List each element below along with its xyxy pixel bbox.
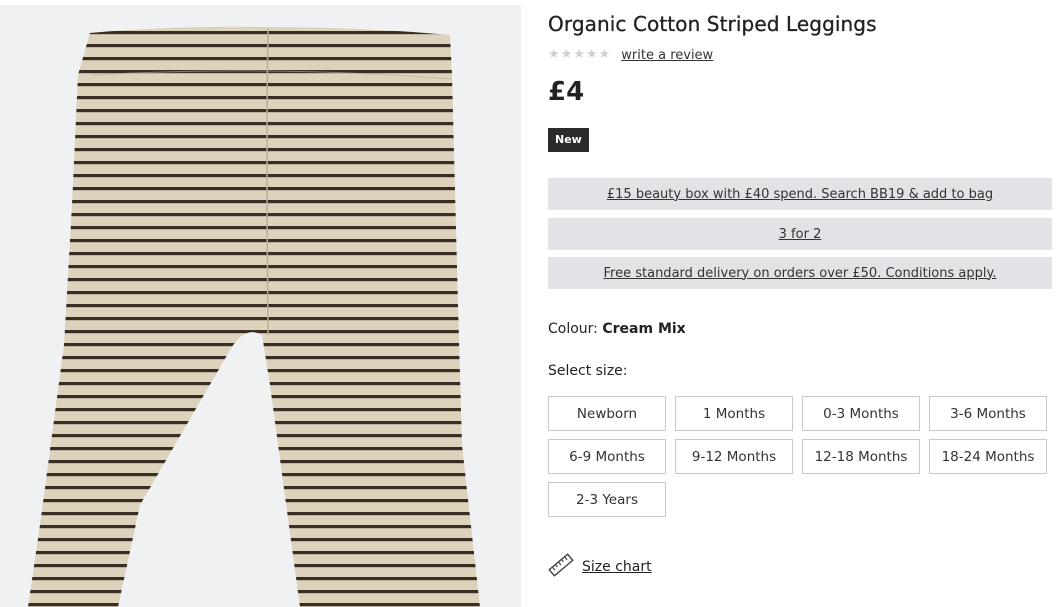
star-icon: ★ <box>585 47 598 62</box>
promo-beauty-box[interactable]: £15 beauty box with £40 spend. Search BB… <box>548 178 1052 210</box>
promo-3-for-2[interactable]: 3 for 2 <box>548 218 1052 250</box>
product-title: Organic Cotton Striped Leggings <box>548 12 877 36</box>
size-option-1-months[interactable]: 1 Months <box>675 396 793 431</box>
new-badge: New <box>548 128 589 152</box>
colour-info: Colour: Cream Mix <box>548 321 686 337</box>
star-icon: ★ <box>573 47 585 62</box>
product-price: £4 <box>548 77 585 107</box>
rating-stars: ★ ★ ★ ★ ★ <box>548 47 610 63</box>
size-option-9-12-months[interactable]: 9-12 Months <box>675 439 793 474</box>
size-option-18-24-months[interactable]: 18-24 Months <box>929 439 1047 474</box>
size-option-6-9-months[interactable]: 6-9 Months <box>548 439 666 474</box>
size-option-3-6-months[interactable]: 3-6 Months <box>929 396 1047 431</box>
rating-row: ★ ★ ★ ★ ★ write a review <box>548 47 713 63</box>
star-icon: ★ <box>560 47 573 62</box>
leggings-image <box>28 26 480 607</box>
size-option-0-3-months[interactable]: 0-3 Months <box>802 396 920 431</box>
size-option-2-3-years[interactable]: 2-3 Years <box>548 482 666 517</box>
colour-value: Cream Mix <box>602 321 686 337</box>
star-icon: ★ <box>548 47 560 62</box>
product-image[interactable] <box>0 5 521 607</box>
star-icon: ★ <box>598 47 611 62</box>
promo-free-delivery[interactable]: Free standard delivery on orders over £5… <box>548 257 1052 289</box>
ruler-icon <box>548 552 574 582</box>
select-size-label: Select size: <box>548 363 628 379</box>
colour-label: Colour: <box>548 321 598 337</box>
size-option-newborn[interactable]: Newborn <box>548 396 666 431</box>
size-chart-link[interactable]: Size chart <box>548 552 652 582</box>
size-chart-label: Size chart <box>582 559 652 575</box>
size-option-12-18-months[interactable]: 12-18 Months <box>802 439 920 474</box>
write-review-link[interactable]: write a review <box>621 48 713 63</box>
